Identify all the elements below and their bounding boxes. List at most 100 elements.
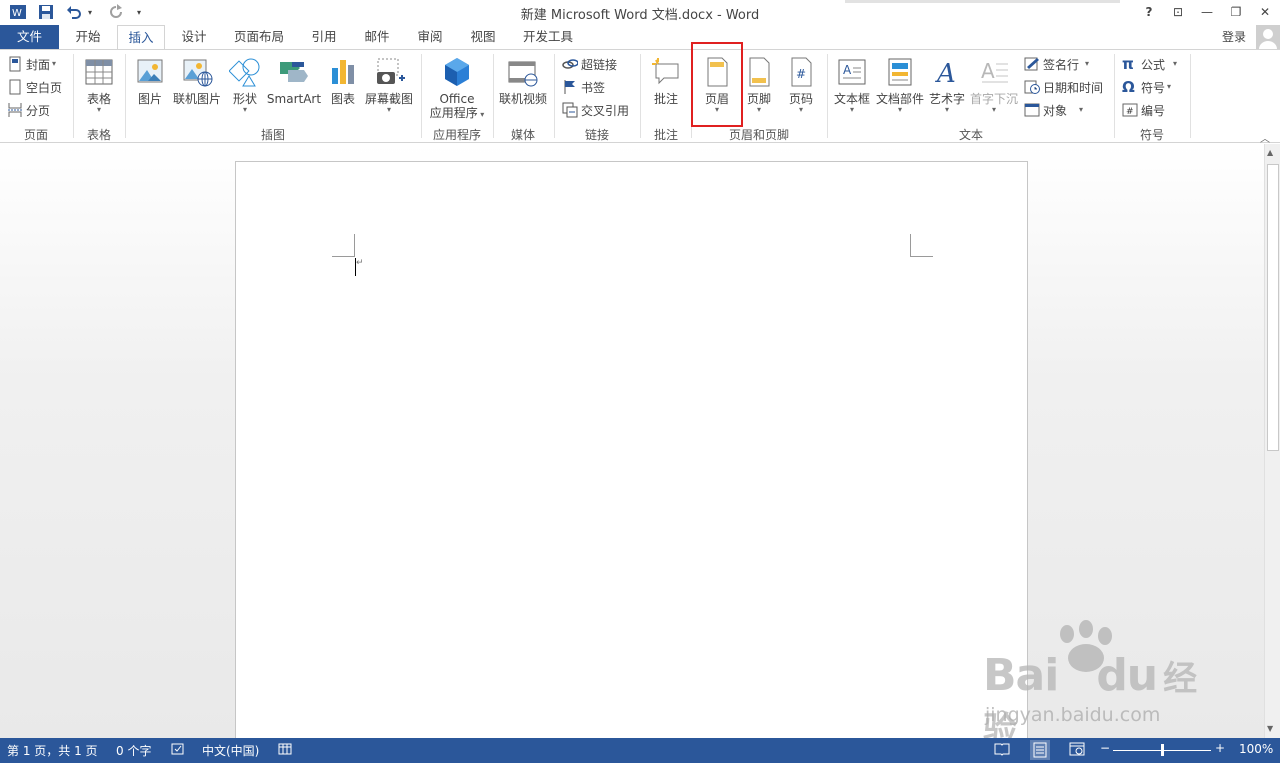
crop-mark-top-right [910, 234, 933, 257]
save-icon[interactable] [36, 2, 56, 22]
table-button[interactable]: 表格 ▾ [77, 54, 121, 122]
wordart-button[interactable]: A 艺术字 ▾ [927, 54, 967, 122]
ribbon-display-options-button[interactable]: ⊡ [1164, 0, 1192, 24]
screenshot-button[interactable]: 屏幕截图 ▾ [363, 54, 415, 122]
proofing-icon[interactable] [171, 742, 185, 759]
page-number-button[interactable]: # 页码 ▾ [782, 54, 820, 122]
signature-line-label: 签名行 [1043, 57, 1080, 72]
tab-references[interactable]: 引用 [302, 25, 346, 49]
minimize-button[interactable]: — [1193, 0, 1221, 24]
chart-label: 图表 [330, 92, 355, 106]
document-page[interactable]: ↵ [235, 161, 1028, 761]
drop-cap-button[interactable]: A 首字下沉 ▾ [968, 54, 1020, 122]
online-pictures-button[interactable]: 联机图片 [172, 54, 222, 122]
symbol-button[interactable]: Ω 符号 ▾ [1122, 77, 1171, 97]
page-count-status[interactable]: 第 1 页，共 1 页 [7, 742, 98, 759]
smartart-button[interactable]: SmartArt [266, 54, 322, 122]
tab-review[interactable]: 审阅 [408, 25, 452, 49]
collapse-ribbon-icon[interactable]: ︿ [1260, 130, 1270, 145]
tab-home[interactable]: 开始 [66, 25, 110, 49]
language-status[interactable]: 中文(中国) [202, 742, 259, 759]
date-time-button[interactable]: 日期和时间 [1024, 77, 1103, 97]
close-button[interactable]: ✕ [1251, 0, 1279, 24]
tab-developer[interactable]: 开发工具 [516, 25, 580, 49]
bookmark-button[interactable]: 书签 [562, 77, 605, 97]
zoom-slider-thumb[interactable] [1161, 744, 1164, 756]
drop-cap-label: 首字下沉 [969, 92, 1018, 106]
pictures-label: 图片 [137, 92, 162, 106]
paragraph-mark: ↵ [356, 258, 364, 268]
chevron-down-icon: ▾ [477, 110, 485, 119]
tab-view[interactable]: 视图 [461, 25, 505, 49]
word-app-icon[interactable]: W [8, 2, 28, 22]
chart-button[interactable]: 图表 [325, 54, 361, 122]
page-break-button[interactable]: 分页 [7, 100, 50, 120]
undo-icon[interactable] [66, 2, 82, 22]
number-icon: # [1122, 102, 1138, 118]
blank-page-icon [7, 79, 23, 95]
hyperlink-label: 超链接 [581, 57, 618, 72]
tab-page-layout[interactable]: 页面布局 [227, 25, 291, 49]
office-apps-label-line1: Office [439, 92, 475, 106]
screenshot-label: 屏幕截图 [364, 92, 413, 106]
zoom-out-button[interactable]: − [1100, 741, 1110, 755]
text-box-label: 文本框 [833, 92, 870, 106]
word-count-status[interactable]: 0 个字 [116, 742, 151, 759]
equation-button[interactable]: π 公式 ▾ [1122, 54, 1177, 74]
avatar[interactable] [1256, 25, 1280, 49]
comment-button[interactable]: 批注 [646, 54, 686, 122]
hyperlink-button[interactable]: 超链接 [562, 54, 617, 74]
cover-page-label: 封面 [26, 57, 51, 72]
customize-quick-access-icon[interactable]: ▾ [132, 2, 146, 22]
object-button[interactable]: 对象 ▾ [1024, 100, 1083, 120]
wordart-icon: A [931, 56, 963, 89]
hyperlink-icon [562, 56, 579, 72]
cross-reference-button[interactable]: 交叉引用 [562, 100, 629, 120]
watermark-text-bai: Bai [983, 650, 1059, 701]
group-label-pages: 页面 [23, 128, 48, 142]
vertical-scrollbar[interactable]: ▲ ▼ [1264, 144, 1280, 738]
read-mode-icon[interactable] [994, 742, 1010, 759]
quick-parts-button[interactable]: 文档部件 ▾ [874, 54, 926, 122]
tab-file[interactable]: 文件 [0, 25, 59, 49]
zoom-in-button[interactable]: + [1215, 741, 1225, 755]
shapes-button[interactable]: 形状 ▾ [227, 54, 263, 122]
tab-design[interactable]: 设计 [172, 25, 216, 49]
picture-icon [134, 56, 166, 88]
scrollbar-thumb[interactable] [1267, 164, 1279, 451]
help-button[interactable]: ? [1135, 0, 1163, 24]
maximize-button[interactable]: ❐ [1222, 0, 1250, 24]
online-video-button[interactable]: 联机视频 [497, 54, 549, 122]
blank-page-button[interactable]: 空白页 [7, 77, 62, 97]
undo-dropdown-icon[interactable]: ▾ [84, 2, 96, 22]
tab-mailings[interactable]: 邮件 [355, 25, 399, 49]
macro-record-icon[interactable] [278, 742, 292, 759]
redo-icon[interactable] [106, 2, 126, 22]
bookmark-icon [562, 79, 578, 95]
office-apps-button[interactable]: Office 应用程序 ▾ [425, 54, 489, 122]
chevron-down-icon: ▾ [1167, 82, 1172, 91]
chevron-down-icon: ▾ [1173, 59, 1178, 68]
pictures-button[interactable]: 图片 [131, 54, 169, 122]
signature-line-icon [1024, 56, 1040, 72]
signature-line-button[interactable]: 签名行 ▾ [1024, 54, 1089, 74]
zoom-level[interactable]: 100% [1239, 742, 1273, 756]
cover-page-button[interactable]: 封面 ▾ [7, 54, 56, 74]
web-layout-icon[interactable] [1069, 742, 1085, 759]
text-box-button[interactable]: A 文本框 ▾ [831, 54, 873, 122]
sign-in-link[interactable]: 登录 [1222, 28, 1246, 45]
footer-button[interactable]: 页脚 ▾ [740, 54, 778, 122]
scroll-up-icon[interactable]: ▲ [1267, 148, 1273, 157]
group-label-apps: 应用程序 [432, 128, 481, 142]
header-button-highlight [691, 42, 743, 127]
tab-insert[interactable]: 插入 [117, 25, 165, 50]
chevron-down-icon: ▾ [1085, 59, 1090, 68]
quick-parts-icon [884, 56, 916, 88]
window-title: 新建 Microsoft Word 文档.docx - Word [520, 8, 760, 23]
number-button[interactable]: # 编号 [1122, 100, 1165, 120]
svg-text:#: # [1126, 107, 1134, 117]
print-layout-icon[interactable] [1030, 740, 1050, 760]
number-label: 编号 [1141, 103, 1166, 118]
shapes-icon [228, 56, 261, 88]
scroll-down-icon[interactable]: ▼ [1267, 724, 1273, 733]
